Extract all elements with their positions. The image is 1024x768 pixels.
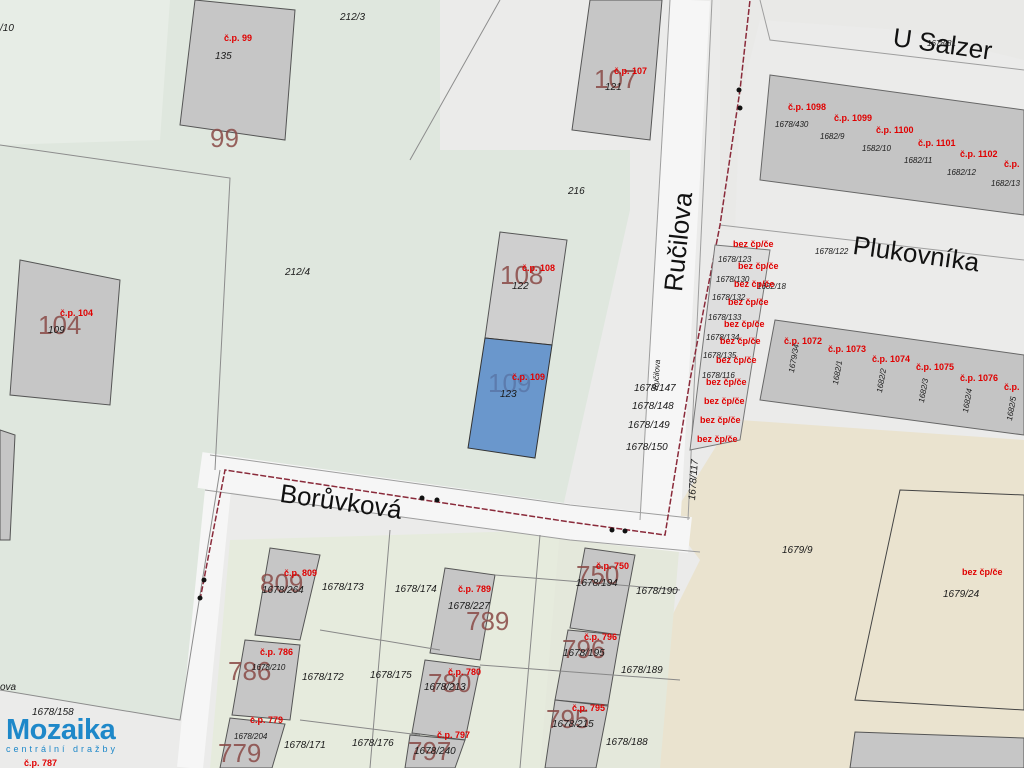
parcel-label: 135 — [215, 51, 232, 62]
row-house-cp: č.p. 1100 — [876, 125, 914, 135]
cp-label: č.p. 108 — [522, 263, 556, 273]
garage-cp: bez čp/če — [734, 279, 775, 289]
parcel-label: 216 — [568, 186, 585, 197]
no-cp-label: bez čp/če — [704, 396, 745, 406]
parcel-label: 1678/171 — [284, 740, 326, 751]
parcel-label: 1678/227 — [448, 601, 490, 612]
parcel-label: 122 — [512, 281, 529, 292]
parcel-label: 1678/240 — [414, 746, 456, 757]
parcel-label: 1678/264 — [262, 585, 304, 596]
row-house-cp: č.p. 1101 — [918, 138, 956, 148]
parcel-label: 1678/194 — [576, 578, 618, 589]
row-house-parcel: 1682/9 — [820, 132, 845, 141]
garage-parcel: 1678/116 — [702, 371, 735, 380]
mozaika-logo: Mozaika centrální dražby — [6, 714, 118, 754]
parcel-label: 1679/9 — [782, 545, 813, 556]
parcel-label: 1678/204 — [234, 732, 268, 741]
building-number-99: 99 — [210, 123, 239, 153]
parcel-label: 1678/147 — [634, 383, 676, 394]
row-house-cp: č.p. 1076 — [960, 373, 999, 383]
parcel-label: 109 — [48, 325, 65, 336]
parcel-label: 1678/213 — [424, 682, 466, 693]
parcel-label: 1678/174 — [395, 584, 437, 595]
parcel-label: 123 — [500, 389, 517, 400]
cp-label: č.p. 109 — [512, 372, 546, 382]
building-99 — [179, 0, 296, 141]
cp-label: č.p. 780 — [448, 667, 482, 677]
no-cp-label: bez čp/če — [962, 567, 1003, 577]
parcel-label: 1678/176 — [352, 738, 394, 749]
row-house-parcel: 1682/13 — [991, 179, 1020, 188]
parcel-label: 1678/81 — [927, 39, 956, 48]
cp-label: č.p. 797 — [437, 730, 471, 740]
parcel-label: 1678/195 — [563, 648, 605, 659]
building-number-779: 779 — [218, 738, 262, 768]
cp-label: č.p. 787 — [24, 758, 58, 768]
parcel-label: 212/4 — [285, 267, 311, 278]
row-house-cp: č.p. 1075 — [916, 362, 955, 372]
cp-label: č.p. 796 — [584, 632, 618, 642]
no-cp-label: bez čp/če — [700, 415, 741, 425]
no-cp-label: bez čp/če — [697, 434, 738, 444]
cp-label: č.p. 107 — [614, 66, 648, 76]
cp-label: č.p. 99 — [224, 33, 253, 43]
row-house-parcel: 1582/10 — [862, 144, 891, 153]
parcel-label: 1678/150 — [626, 442, 668, 453]
parcel-label: ova — [0, 682, 17, 693]
row-house-cp: č.p. 1074 — [872, 354, 911, 364]
garage-cp: bez čp/če — [738, 261, 779, 271]
garage-cp: bez čp/če — [720, 336, 761, 346]
parcel-label: 1678/148 — [632, 401, 674, 412]
row-house-parcel: 1682/12 — [947, 168, 976, 177]
parcel-label: 1678/122 — [815, 247, 849, 256]
parcel-label: 1678/173 — [322, 582, 364, 593]
row-house-parcel: 1678/430 — [775, 120, 809, 129]
row-house-cp: č.p. 1098 — [788, 102, 827, 112]
parcel-label: 121 — [605, 82, 622, 93]
row-house-parcel: 1682/11 — [904, 156, 933, 165]
parcel-label: 1678/188 — [606, 737, 648, 748]
row-house-cp: č.p. 1072 — [784, 336, 823, 346]
parcel-label: 212/3 — [340, 12, 366, 23]
row-house-cp: č.p. — [1004, 382, 1020, 392]
parcel-label: 1678/215 — [552, 719, 594, 730]
garage-cp: bez čp/če — [728, 297, 769, 307]
garage-cp: bez čp/če — [716, 355, 757, 365]
cp-label: č.p. 809 — [284, 568, 318, 578]
cp-label: č.p. 795 — [572, 703, 606, 713]
parcel-label: 1678/175 — [370, 670, 412, 681]
parcel-label: /10 — [0, 23, 14, 34]
parcel-label: 1678/189 — [621, 665, 663, 676]
row-house-cp: č.p. — [1004, 159, 1020, 169]
cadastral-map[interactable]: Borůvková Ručilova Ručilova Plukovníka U… — [0, 0, 1024, 768]
logo-tagline: centrální dražby — [6, 744, 119, 754]
row-house-cp: č.p. 1073 — [828, 344, 867, 354]
cp-label: č.p. 786 — [260, 647, 294, 657]
garage-cp: bez čp/če — [724, 319, 765, 329]
cp-label: č.p. 789 — [458, 584, 492, 594]
logo-name: Mozaika — [6, 714, 116, 746]
row-house-cp: č.p. 1099 — [834, 113, 873, 123]
row-house-cp: č.p. 1102 — [960, 149, 998, 159]
parcel-label: 1678/172 — [302, 672, 344, 683]
no-cp-label: bez čp/če — [733, 239, 774, 249]
parcel-label: 1679/24 — [943, 589, 980, 600]
cp-label: č.p. 750 — [596, 561, 630, 571]
cp-label: č.p. 104 — [60, 308, 94, 318]
parcel-label: 1678/149 — [628, 420, 670, 431]
parcel-label: 1678/190 — [636, 586, 678, 597]
parcel-label: 1678/210 — [252, 663, 286, 672]
cp-label: č.p. 779 — [250, 715, 284, 725]
